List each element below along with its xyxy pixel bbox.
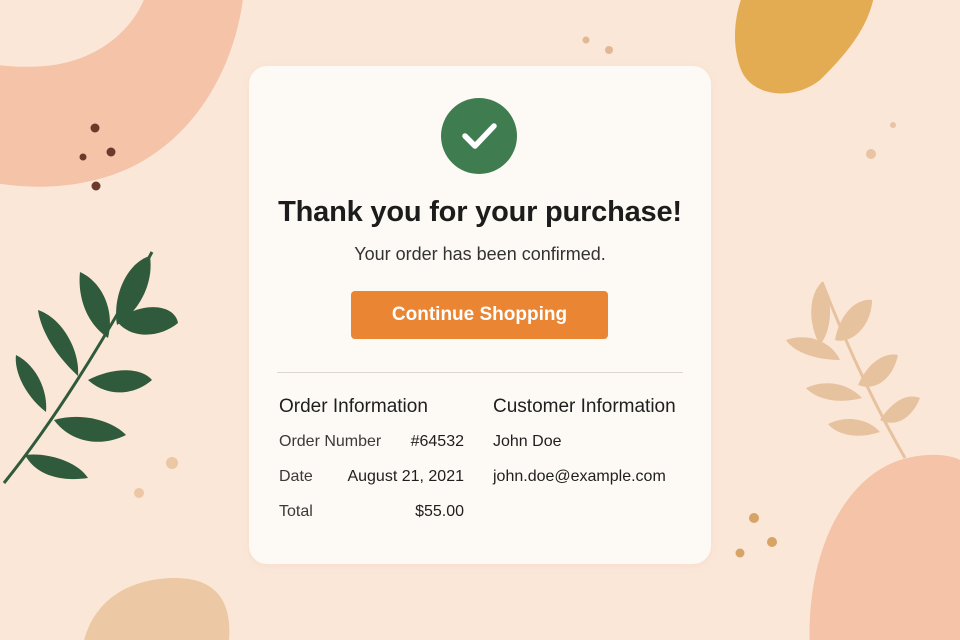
decor-dot	[749, 513, 759, 523]
total-label: Total	[279, 503, 313, 520]
bottom-right-blob	[809, 454, 960, 640]
decor-dot	[866, 149, 876, 159]
decor-dot	[134, 488, 144, 498]
customer-name: John Doe	[493, 433, 562, 450]
decor-dot	[605, 46, 613, 54]
divider	[277, 372, 683, 373]
bottom-left-blob	[84, 578, 230, 640]
checkmark-circle-icon	[441, 98, 517, 174]
decor-dot	[767, 537, 777, 547]
decor-dot	[79, 153, 87, 161]
customer-email: john.doe@example.com	[493, 468, 666, 485]
customer-info-heading: Customer Information	[493, 396, 676, 417]
date-label: Date	[279, 468, 313, 485]
order-number-value: #64532	[410, 433, 464, 450]
decor-dot	[91, 181, 101, 191]
page-title: Thank you for your purchase!	[278, 196, 682, 228]
decor-dot	[890, 122, 896, 128]
date-value: August 21, 2021	[347, 468, 464, 485]
order-number-label: Order Number	[279, 433, 382, 450]
decor-dot	[106, 147, 116, 157]
confirmation-subtitle: Your order has been confirmed.	[354, 244, 606, 264]
decor-dot	[90, 123, 100, 133]
order-info-heading: Order Information	[279, 396, 428, 417]
green-leaf-branch	[2, 251, 178, 484]
tan-leaf-branch	[786, 281, 920, 459]
decor-dot	[582, 36, 590, 44]
decor-dot	[735, 548, 745, 558]
top-right-blob	[734, 0, 874, 94]
continue-shopping-button[interactable]: Continue Shopping	[351, 291, 608, 339]
total-value: $55.00	[415, 503, 464, 520]
decor-dot	[166, 457, 178, 469]
confirmation-card: Thank you for your purchase! Your order …	[249, 66, 711, 564]
